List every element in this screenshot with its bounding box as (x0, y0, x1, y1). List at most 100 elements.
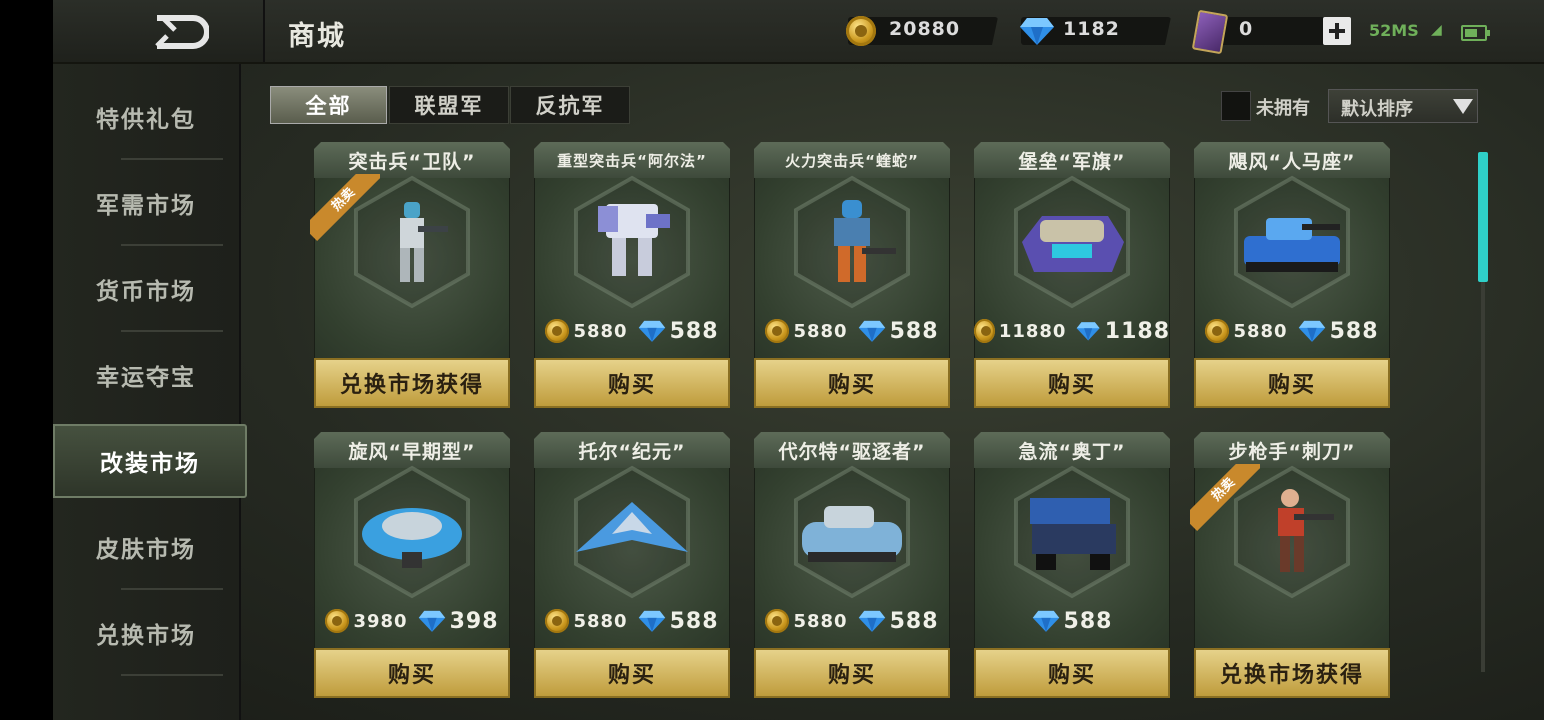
diamond-price: 588 (889, 608, 939, 634)
artillery-vehicle-icon (1012, 482, 1132, 582)
price-row: 11880 1188 (974, 314, 1170, 348)
gold-price: 5880 (1233, 320, 1288, 342)
sidebar-item-label: 幸运夺宝 (96, 365, 196, 391)
screen-edge (0, 0, 53, 720)
gold-coin-icon (765, 319, 790, 343)
diamond-icon (1032, 610, 1059, 632)
dropdown-arrow-icon (1453, 99, 1473, 114)
gold-price: 5880 (573, 320, 628, 342)
buy-button[interactable]: 购买 (314, 648, 510, 698)
price-row: 5880 588 (754, 314, 950, 348)
price-row: 5880 588 (534, 604, 730, 638)
gold-coin-icon (545, 609, 570, 633)
gold-price: 11880 (998, 320, 1067, 342)
diamond-icon (1077, 322, 1101, 341)
tab-rebels[interactable]: 反抗军 (510, 86, 630, 124)
wifi-icon: ◢ (1431, 22, 1442, 38)
diamond-amount: 1182 (1063, 18, 1120, 40)
hot-sale-ribbon: 热卖 (310, 174, 380, 244)
diamond-icon (638, 610, 665, 632)
hot-sale-label: 热卖 (1190, 464, 1260, 532)
back-arrow-icon (155, 15, 209, 49)
gold-price: 3980 (353, 610, 408, 632)
sort-dropdown[interactable]: 默认排序 (1328, 89, 1478, 123)
buy-button[interactable]: 兑换市场获得 (314, 358, 510, 408)
buy-button[interactable]: 购买 (754, 358, 950, 408)
sidebar-item-currency-market[interactable]: 货币市场 (53, 246, 239, 332)
buy-button[interactable]: 兑换市场获得 (1194, 648, 1390, 698)
diamond-icon (418, 610, 445, 632)
divider (121, 674, 223, 676)
sidebar-item-skin-market[interactable]: 皮肤市场 (53, 504, 239, 590)
product-card[interactable]: 火力突击兵“蝰蛇” 5880 588 购买 (754, 142, 950, 408)
diamond-price: 588 (669, 318, 719, 344)
price-row: 5880 588 (534, 314, 730, 348)
gold-coin-icon (846, 16, 876, 46)
tab-alliance[interactable]: 联盟军 (389, 86, 509, 124)
buy-button[interactable]: 购买 (974, 648, 1170, 698)
heavy-mech-icon (572, 192, 692, 292)
product-card[interactable]: 托尔“纪元” 5880 588 购买 (534, 432, 730, 698)
sort-label: 默认排序 (1341, 99, 1413, 120)
battery-icon (1461, 25, 1490, 41)
sidebar-item-label: 兑换市场 (96, 623, 196, 649)
price-row: 5880 588 (1194, 314, 1390, 348)
gold-amount: 20880 (889, 18, 961, 40)
jet-fighter-icon (572, 482, 692, 582)
gold-coin-icon (545, 319, 570, 343)
sidebar-item-label: 特供礼包 (96, 107, 196, 133)
price-row: 588 (974, 604, 1170, 638)
blue-tank-icon (1232, 192, 1352, 292)
product-card[interactable]: 步枪手“刺刀” 热卖 兑换市场获得 (1190, 432, 1390, 698)
diamond-icon (1020, 18, 1054, 45)
unowned-label: 未拥有 (1256, 98, 1310, 119)
page-title: 商城 (288, 21, 346, 52)
product-card[interactable]: 堡垒“军旗” 11880 1188 购买 (974, 142, 1170, 408)
unowned-checkbox[interactable] (1221, 91, 1251, 121)
shop-screen: 商城 20880 1182 0 52MS ◢ 特供礼包 军需市场 货币市场 幸运… (53, 0, 1544, 720)
ping-indicator: 52MS (1369, 21, 1419, 40)
diamond-icon (858, 610, 885, 632)
sidebar-item-label: 军需市场 (96, 193, 196, 219)
card-icon (1191, 9, 1229, 55)
back-button[interactable] (53, 0, 265, 62)
tab-all[interactable]: 全部 (270, 86, 387, 124)
hover-tank-icon (792, 482, 912, 582)
trooper-orange-icon (792, 192, 912, 292)
product-card[interactable]: 旋风“早期型” 3980 398 购买 (314, 432, 510, 698)
add-currency-button[interactable] (1323, 17, 1351, 45)
top-bar: 商城 20880 1182 0 52MS ◢ (53, 0, 1544, 64)
sidebar-item-label: 改装市场 (100, 451, 200, 477)
gold-price: 5880 (793, 610, 848, 632)
hot-sale-ribbon: 热卖 (1190, 464, 1260, 534)
diamond-icon (1298, 320, 1325, 342)
sidebar-item-label: 皮肤市场 (96, 537, 196, 563)
buy-button[interactable]: 购买 (974, 358, 1170, 408)
sidebar-item-mod-market[interactable]: 改装市场 (53, 424, 247, 498)
diamond-price: 1188 (1104, 318, 1170, 344)
gold-coin-icon (974, 319, 995, 343)
buy-button[interactable]: 购买 (534, 358, 730, 408)
sidebar-item-supply-market[interactable]: 军需市场 (53, 160, 239, 246)
price-row: 3980 398 (314, 604, 510, 638)
buy-button[interactable]: 购买 (534, 648, 730, 698)
sidebar-item-lucky-draw[interactable]: 幸运夺宝 (53, 332, 239, 418)
sidebar-item-exchange-market[interactable]: 兑换市场 (53, 590, 239, 676)
product-card[interactable]: 急流“奥丁” 588 购买 (974, 432, 1170, 698)
buy-button[interactable]: 购买 (754, 648, 950, 698)
product-card[interactable]: 重型突击兵“阿尔法” 5880 588 购买 (534, 142, 730, 408)
scrollbar-thumb[interactable] (1478, 152, 1488, 282)
card-amount: 0 (1239, 18, 1254, 40)
sidebar-item-special-gift[interactable]: 特供礼包 (53, 74, 239, 160)
hover-ship-icon (352, 482, 472, 582)
product-card[interactable]: 突击兵“卫队” 热卖 兑换市场获得 (310, 142, 510, 408)
gold-price: 5880 (793, 320, 848, 342)
fortress-tank-icon (1012, 192, 1132, 292)
hot-sale-label: 热卖 (310, 174, 380, 242)
diamond-price: 398 (449, 608, 499, 634)
diamond-price: 588 (889, 318, 939, 344)
product-card[interactable]: 飓风“人马座” 5880 588 购买 (1194, 142, 1390, 408)
buy-button[interactable]: 购买 (1194, 358, 1390, 408)
product-card[interactable]: 代尔特“驱逐者” 5880 588 购买 (754, 432, 950, 698)
category-sidebar: 特供礼包 军需市场 货币市场 幸运夺宝 改装市场 皮肤市场 兑换市场 (53, 64, 247, 720)
